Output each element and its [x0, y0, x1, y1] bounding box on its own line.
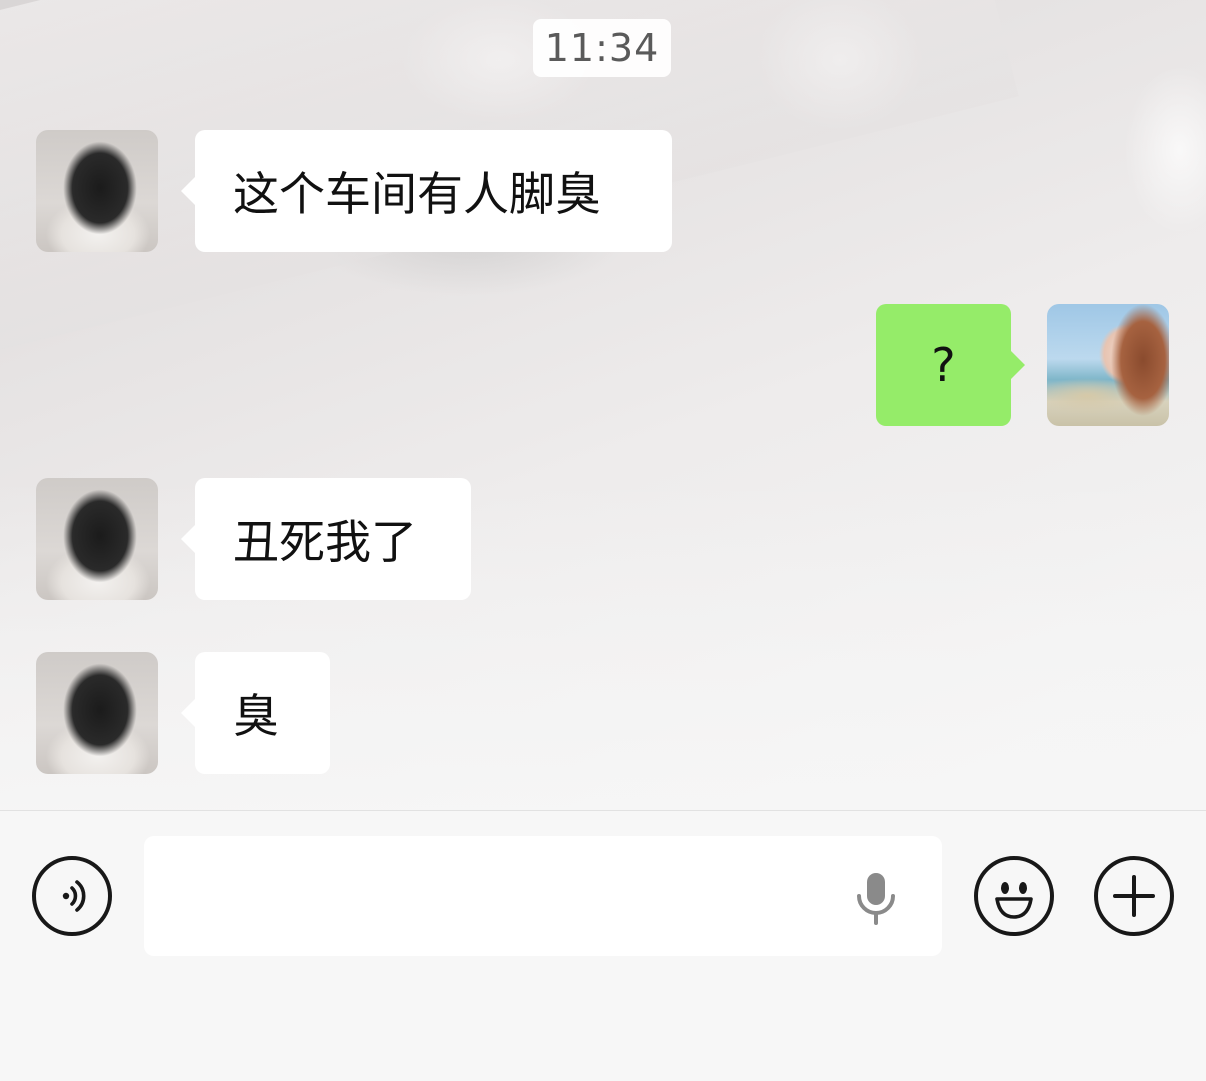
message-text: 臭 — [233, 689, 279, 743]
message-bubble-incoming[interactable]: 臭 — [181, 652, 330, 774]
emoji-icon — [995, 882, 1033, 919]
message-bubble-outgoing[interactable]: ? — [876, 304, 1025, 426]
input-bar — [0, 810, 1206, 1081]
message-text: ? — [931, 338, 956, 392]
message-bubble-incoming[interactable]: 丑死我了 — [181, 478, 471, 600]
message-input[interactable] — [164, 836, 848, 958]
voice-icon — [62, 880, 86, 912]
microphone-icon[interactable] — [850, 870, 902, 926]
contact-avatar[interactable] — [36, 652, 158, 774]
message-text: 这个车间有人脚臭 — [233, 167, 601, 221]
voice-toggle-button[interactable] — [32, 856, 112, 936]
emoji-button[interactable] — [974, 856, 1054, 936]
plus-icon — [1113, 875, 1155, 917]
message-text: 丑死我了 — [233, 515, 417, 569]
message-input-box[interactable] — [144, 836, 942, 958]
chat-timestamp: 11:34 — [533, 19, 671, 77]
my-avatar[interactable] — [1047, 304, 1169, 426]
more-button[interactable] — [1094, 856, 1174, 936]
contact-avatar[interactable] — [36, 478, 158, 600]
contact-avatar[interactable] — [36, 130, 158, 252]
message-bubble-incoming[interactable]: 这个车间有人脚臭 — [181, 130, 672, 252]
chat-area[interactable]: 11:34 这个车间有人脚臭 ? 丑死我了 臭 — [0, 0, 1206, 810]
